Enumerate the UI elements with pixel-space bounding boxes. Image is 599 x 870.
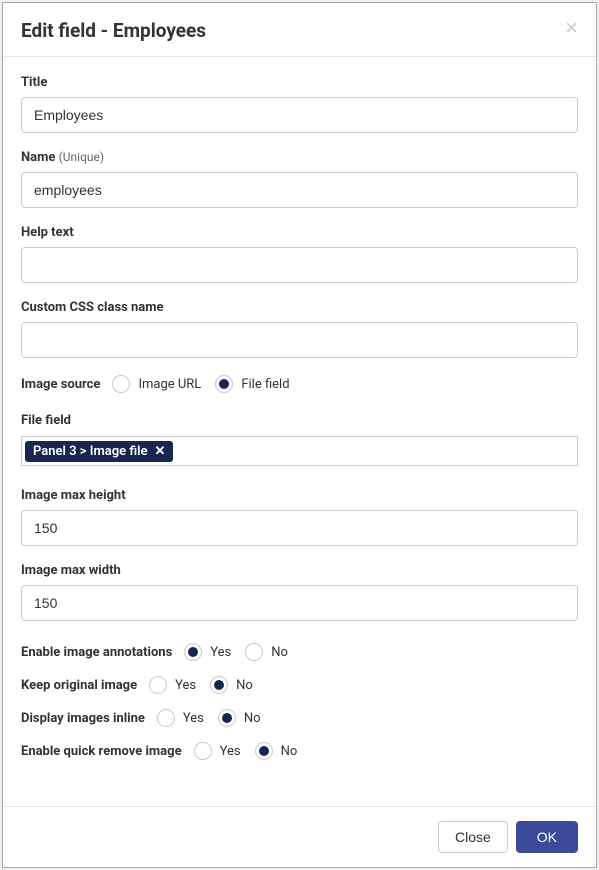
display-inline-row: Display images inline Yes No bbox=[21, 709, 578, 727]
helptext-label: Help text bbox=[21, 225, 578, 240]
title-input[interactable] bbox=[21, 97, 578, 133]
image-source-url[interactable]: Image URL bbox=[112, 375, 201, 393]
file-field-tag: Panel 3 > Image file ✕ bbox=[25, 441, 173, 462]
edit-field-modal: Edit field - Employees × Title Name (Uni… bbox=[2, 2, 597, 868]
display-inline-label: Display images inline bbox=[21, 711, 145, 726]
radio-icon bbox=[255, 742, 273, 760]
keep-original-no-text: No bbox=[236, 678, 253, 693]
radio-icon bbox=[157, 709, 175, 727]
annotations-no-text: No bbox=[271, 645, 288, 660]
annotations-label: Enable image annotations bbox=[21, 645, 172, 660]
file-field-group: File field Panel 3 > Image file ✕ bbox=[21, 413, 578, 466]
tag-remove-icon[interactable]: ✕ bbox=[155, 444, 166, 459]
keep-original-row: Keep original image Yes No bbox=[21, 676, 578, 694]
field-title-group: Title bbox=[21, 75, 578, 133]
modal-footer: Close OK bbox=[3, 806, 596, 867]
radio-icon bbox=[245, 643, 263, 661]
quick-remove-label: Enable quick remove image bbox=[21, 744, 182, 759]
radio-icon bbox=[218, 709, 236, 727]
display-inline-yes[interactable]: Yes bbox=[157, 709, 204, 727]
field-cssclass-group: Custom CSS class name bbox=[21, 300, 578, 358]
radio-icon bbox=[184, 643, 202, 661]
name-label-text: Name bbox=[21, 150, 55, 165]
field-helptext-group: Help text bbox=[21, 225, 578, 283]
annotations-row: Enable image annotations Yes No bbox=[21, 643, 578, 661]
helptext-input[interactable] bbox=[21, 247, 578, 283]
cssclass-label: Custom CSS class name bbox=[21, 300, 578, 315]
image-source-row: Image source Image URL File field bbox=[21, 375, 578, 393]
image-source-url-text: Image URL bbox=[138, 377, 201, 392]
max-height-label: Image max height bbox=[21, 488, 578, 503]
keep-original-no[interactable]: No bbox=[210, 676, 253, 694]
max-width-input[interactable] bbox=[21, 585, 578, 621]
quick-remove-yes-text: Yes bbox=[220, 744, 241, 759]
name-label: Name (Unique) bbox=[21, 150, 578, 165]
close-button[interactable]: Close bbox=[438, 821, 508, 853]
display-inline-yes-text: Yes bbox=[183, 711, 204, 726]
radio-icon bbox=[215, 375, 233, 393]
file-field-tag-text: Panel 3 > Image file bbox=[33, 444, 148, 459]
file-field-select[interactable]: Panel 3 > Image file ✕ bbox=[21, 436, 578, 466]
modal-title: Edit field - Employees bbox=[21, 19, 206, 42]
modal-header: Edit field - Employees × bbox=[3, 3, 596, 57]
quick-remove-no[interactable]: No bbox=[255, 742, 298, 760]
display-inline-no-text: No bbox=[244, 711, 261, 726]
max-height-input[interactable] bbox=[21, 510, 578, 546]
image-source-file[interactable]: File field bbox=[215, 375, 289, 393]
ok-button[interactable]: OK bbox=[516, 821, 578, 853]
quick-remove-yes[interactable]: Yes bbox=[194, 742, 241, 760]
image-source-file-text: File field bbox=[241, 377, 289, 392]
image-source-label: Image source bbox=[21, 377, 100, 392]
cssclass-input[interactable] bbox=[21, 322, 578, 358]
annotations-no[interactable]: No bbox=[245, 643, 288, 661]
radio-icon bbox=[194, 742, 212, 760]
radio-icon bbox=[112, 375, 130, 393]
display-inline-no[interactable]: No bbox=[218, 709, 261, 727]
close-icon[interactable]: × bbox=[565, 19, 578, 37]
radio-icon bbox=[149, 676, 167, 694]
radio-icon bbox=[210, 676, 228, 694]
keep-original-yes-text: Yes bbox=[175, 678, 196, 693]
annotations-yes[interactable]: Yes bbox=[184, 643, 231, 661]
field-name-group: Name (Unique) bbox=[21, 150, 578, 208]
keep-original-label: Keep original image bbox=[21, 678, 137, 693]
modal-body: Title Name (Unique) Help text Custom CSS… bbox=[3, 57, 596, 806]
quick-remove-row: Enable quick remove image Yes No bbox=[21, 742, 578, 760]
quick-remove-no-text: No bbox=[281, 744, 298, 759]
annotations-yes-text: Yes bbox=[210, 645, 231, 660]
max-width-label: Image max width bbox=[21, 563, 578, 578]
file-field-label: File field bbox=[21, 413, 578, 428]
max-width-group: Image max width bbox=[21, 563, 578, 621]
title-label: Title bbox=[21, 75, 578, 90]
keep-original-yes[interactable]: Yes bbox=[149, 676, 196, 694]
name-input[interactable] bbox=[21, 172, 578, 208]
name-hint: (Unique) bbox=[59, 150, 104, 164]
max-height-group: Image max height bbox=[21, 488, 578, 546]
